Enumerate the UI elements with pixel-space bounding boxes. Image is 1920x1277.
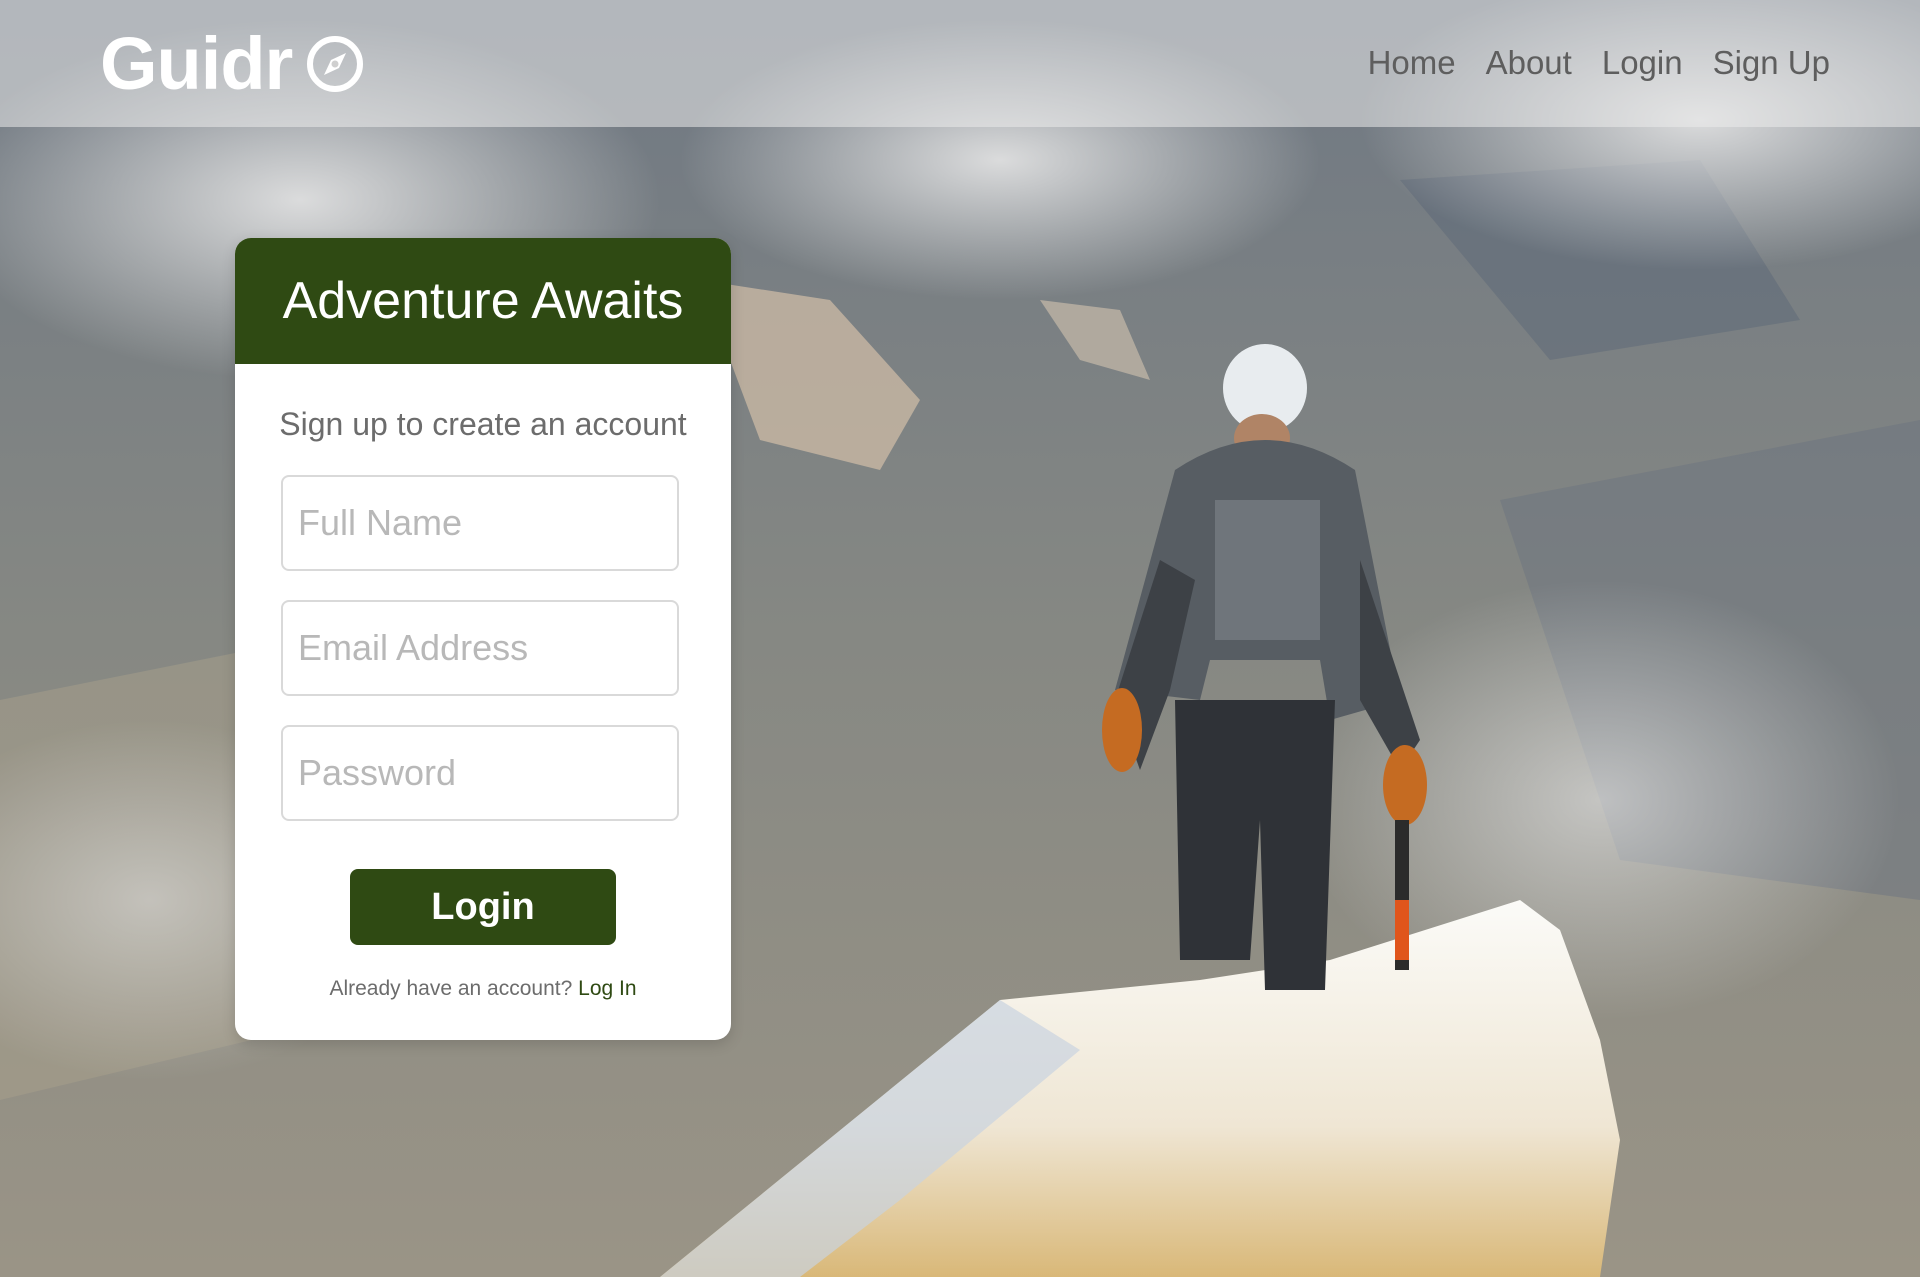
card-title: Adventure Awaits <box>282 272 684 330</box>
card-subtitle: Sign up to create an account <box>279 406 687 442</box>
compass-icon <box>306 35 364 93</box>
login-submit-button[interactable]: Login <box>350 869 616 945</box>
brand-name: Guidr <box>100 22 293 105</box>
log-in-link[interactable]: Log In <box>578 977 636 1000</box>
nav-about-link[interactable]: About <box>1486 44 1572 82</box>
full-name-input[interactable] <box>281 475 679 571</box>
nav-menu: Home About Login Sign Up <box>1368 44 1830 82</box>
nav-login-link[interactable]: Login <box>1602 44 1683 82</box>
top-navbar: Guidr Home About Login Sign Up <box>0 0 1920 127</box>
account-prompt: Already have an account? Log In <box>235 977 731 1001</box>
signup-card: Adventure Awaits Sign up to create an ac… <box>235 238 731 1040</box>
brand-logo[interactable]: Guidr <box>100 24 364 104</box>
nav-signup-link[interactable]: Sign Up <box>1713 44 1830 82</box>
nav-home-link[interactable]: Home <box>1368 44 1456 82</box>
signup-card-header: Adventure Awaits <box>235 238 731 364</box>
account-prompt-text: Already have an account? <box>329 977 573 1000</box>
email-input[interactable] <box>281 600 679 696</box>
password-input[interactable] <box>281 725 679 821</box>
